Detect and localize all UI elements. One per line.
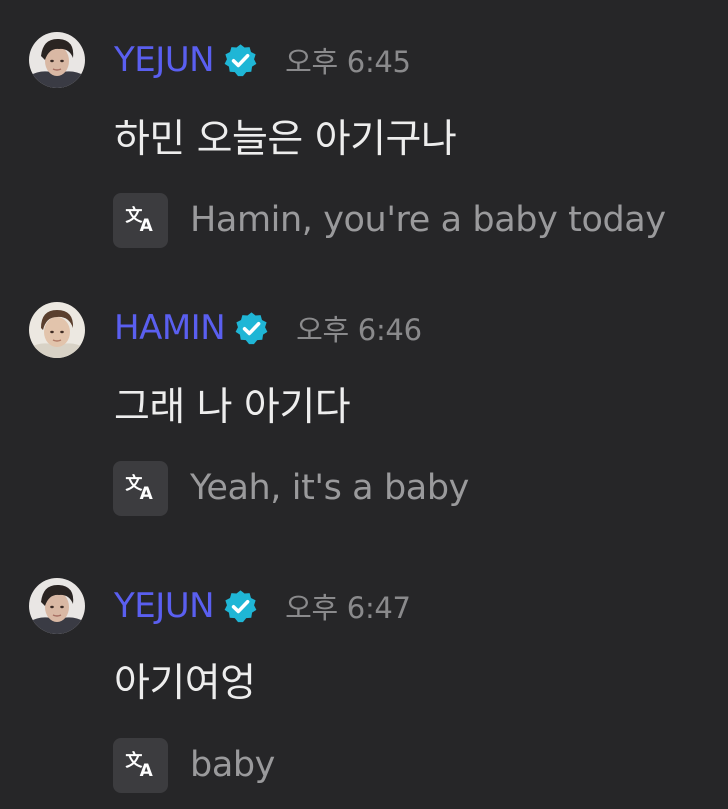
timestamp: 오후 6:45: [285, 45, 411, 79]
translation-text: baby: [190, 745, 275, 785]
chat-message: YEJUN 오후 6:45 하민 오늘은 아기구나 文 A Hamin, you…: [0, 0, 728, 270]
translate-button[interactable]: 文 A: [113, 192, 168, 248]
translate-icon: 文 A: [124, 201, 158, 239]
svg-text:A: A: [139, 216, 153, 235]
avatar-yejun-image: [29, 32, 85, 88]
avatar-hamin-image: [29, 302, 85, 358]
avatar[interactable]: [29, 302, 85, 358]
author-name[interactable]: YEJUN: [114, 586, 215, 626]
chat-message: YEJUN 오후 6:47 아기여엉 文 A baby: [0, 545, 728, 809]
message-text: 하민 오늘은 아기구나: [114, 117, 457, 162]
translate-icon: 文 A: [124, 746, 158, 784]
avatar[interactable]: [29, 32, 85, 88]
avatar-yejun-image: [29, 578, 85, 634]
svg-text:A: A: [139, 761, 153, 780]
message-text: 아기여엉: [114, 661, 256, 706]
verified-badge-icon: [222, 588, 259, 625]
translate-button[interactable]: 文 A: [113, 460, 168, 516]
translation-text: Yeah, it's a baby: [190, 468, 469, 508]
chat-log: YEJUN 오후 6:45 하민 오늘은 아기구나 文 A Hamin, you…: [0, 0, 728, 809]
avatar[interactable]: [29, 578, 85, 634]
timestamp: 오후 6:46: [296, 313, 422, 347]
timestamp: 오후 6:47: [285, 591, 411, 625]
author-name[interactable]: YEJUN: [114, 40, 215, 80]
translate-button[interactable]: 文 A: [113, 737, 168, 793]
translation-text: Hamin, you're a baby today: [190, 200, 666, 240]
chat-message: HAMIN 오후 6:46 그래 나 아기다 文 A Yeah, it's a …: [0, 270, 728, 540]
svg-text:A: A: [139, 484, 153, 503]
verified-badge-icon: [222, 42, 259, 79]
message-text: 그래 나 아기다: [114, 385, 351, 430]
translate-icon: 文 A: [124, 469, 158, 507]
verified-badge-icon: [233, 310, 270, 347]
author-name[interactable]: HAMIN: [114, 308, 226, 348]
